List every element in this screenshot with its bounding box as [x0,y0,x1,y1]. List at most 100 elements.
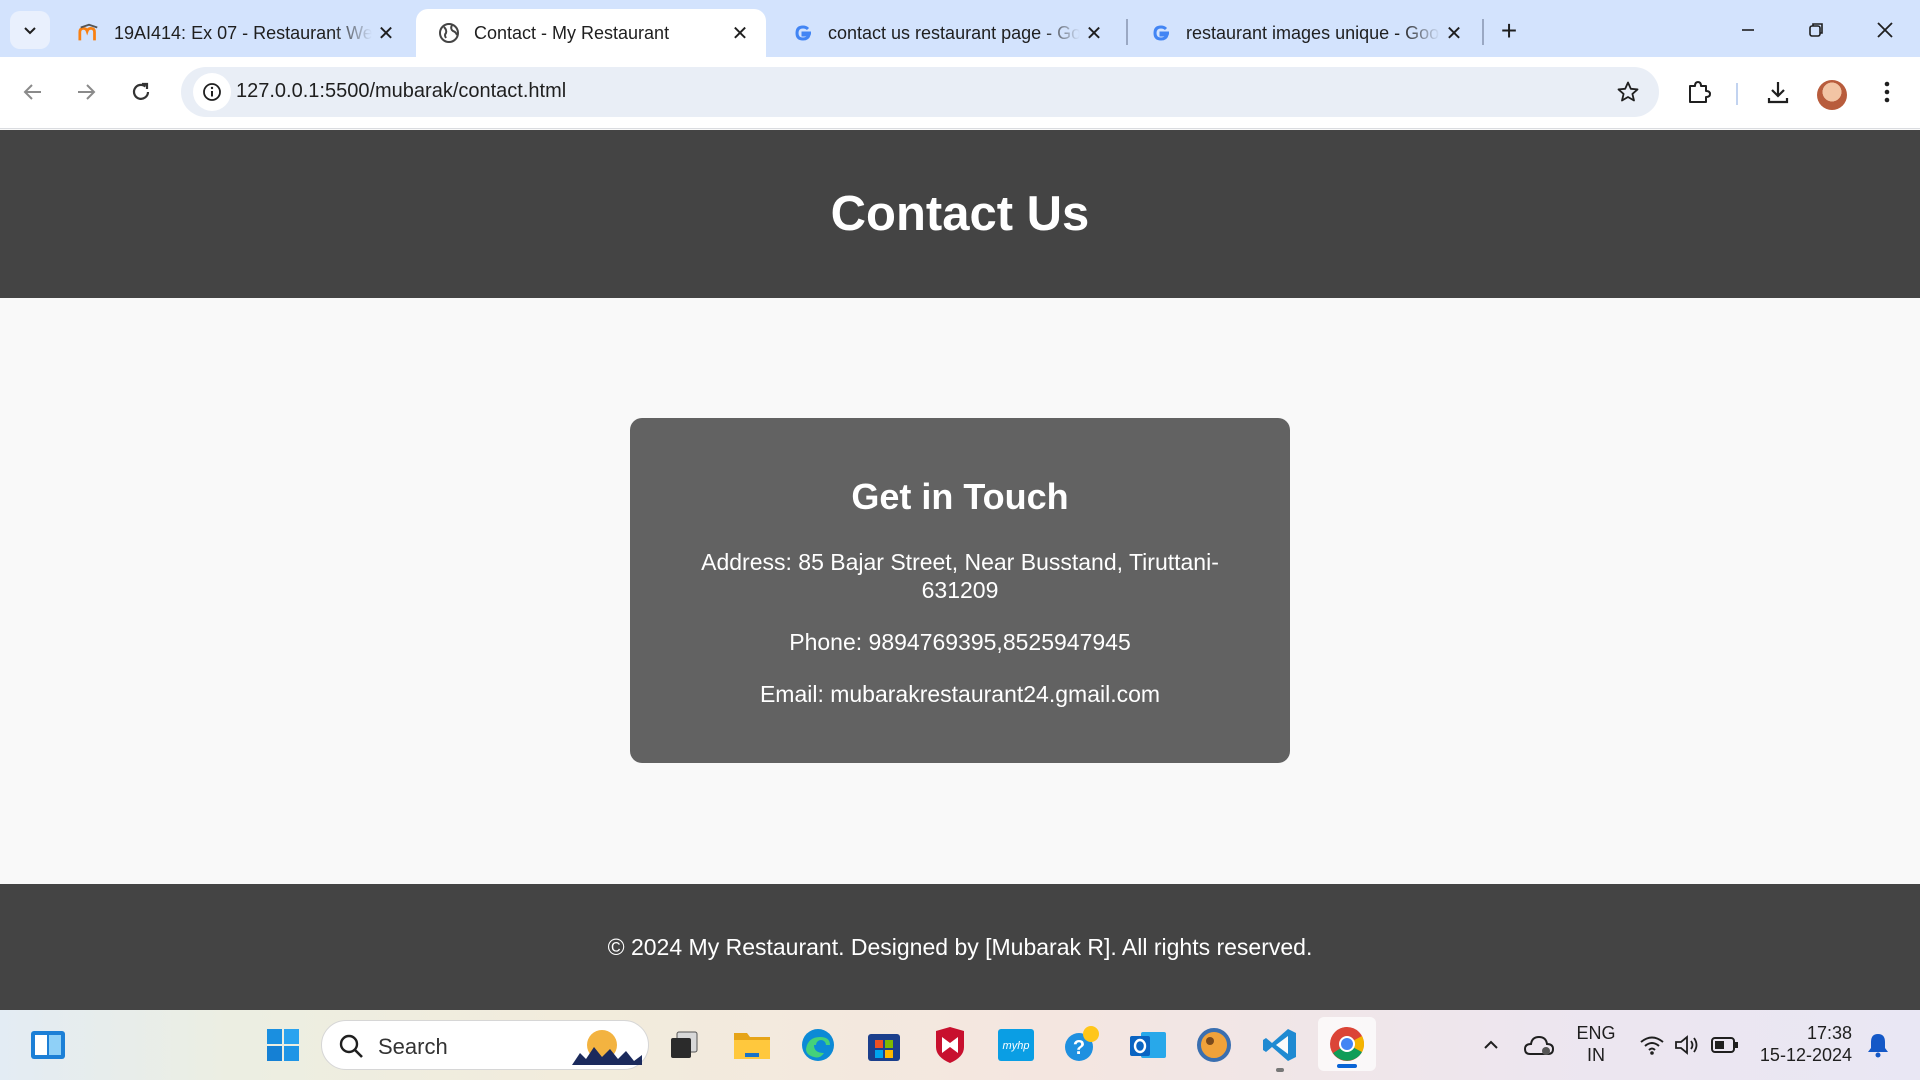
chevron-down-icon [24,27,36,35]
tab-exercise[interactable]: 19AI414: Ex 07 - Restaurant Website ✕ [56,9,412,57]
search-highlight-icon [572,1030,642,1065]
tab-google-search-contact[interactable]: contact us restaurant page - Google Sear… [770,9,1120,57]
site-footer: © 2024 My Restaurant. Designed by [Mubar… [0,884,1920,1010]
file-explorer-icon [734,1033,770,1059]
taskbar-search[interactable]: Search [321,1020,649,1070]
file-explorer-button[interactable] [731,1024,773,1066]
widgets-button[interactable] [27,1024,69,1066]
bookmark-button[interactable] [1613,77,1643,107]
widgets-icon [31,1031,65,1059]
google-icon [792,22,814,44]
start-icon [267,1029,299,1061]
contact-phone: Phone: 9894769395,8525947945 [789,629,1131,655]
chrome-icon [1330,1027,1364,1061]
reload-button[interactable] [121,72,161,112]
close-icon [1877,22,1893,38]
globe-icon [438,22,460,44]
close-tab-icon[interactable]: ✕ [1080,19,1108,47]
more-vertical-icon [1884,81,1890,103]
tab-title: restaurant images unique - Google Search [1186,22,1440,43]
ms-store-icon [868,1034,900,1061]
close-window-button[interactable] [1860,8,1910,52]
help-button[interactable]: ? [1061,1024,1103,1066]
notifications-button[interactable] [1860,1024,1896,1066]
active-app-indicator [1337,1064,1357,1068]
tab-title: contact us restaurant page - Google Sear… [828,22,1080,43]
close-tab-icon[interactable]: ✕ [372,19,400,47]
new-tab-button[interactable]: + [1494,13,1524,49]
myhp-button[interactable]: myhp [995,1024,1037,1066]
search-label: Search [378,1034,448,1059]
tab-google-search-images[interactable]: restaurant images unique - Google Search… [1128,9,1480,57]
running-indicator [1276,1068,1284,1072]
tab-search-button[interactable] [10,11,50,49]
mcafee-button[interactable] [929,1024,971,1066]
myhp-icon: myhp [998,1029,1034,1061]
contact-email: Email: mubarakrestaurant24.gmail.com [759,681,1161,707]
battery-button[interactable] [1704,1024,1746,1066]
battery-icon [1711,1037,1738,1053]
region-text: IN [1587,1045,1605,1065]
downloads-button[interactable] [1759,73,1797,111]
outlook-button[interactable] [1127,1024,1169,1066]
contact-address: Address: 85 Bajar Street, Near Busstand,… [701,549,1219,603]
arrow-right-icon [78,84,96,100]
vscode-button[interactable] [1259,1024,1301,1072]
photo-app-button[interactable] [1193,1024,1235,1066]
show-hidden-icons-button[interactable] [1470,1024,1512,1066]
minimize-button[interactable] [1723,8,1773,52]
bell-icon [1868,1034,1888,1058]
wifi-icon [1640,1036,1664,1055]
tab-contact[interactable]: Contact - My Restaurant ✕ [416,9,766,57]
card-heading: Get in Touch [851,476,1069,517]
info-icon [203,83,221,101]
download-icon [1767,82,1789,104]
star-icon [1617,81,1639,102]
clock-date: 15-12-2024 [1759,1045,1852,1065]
chevron-up-icon [1484,1040,1498,1049]
tab-title: 19AI414: Ex 07 - Restaurant Website [114,22,372,43]
edge-button[interactable] [797,1024,839,1066]
task-view-button[interactable] [663,1024,705,1066]
ms-store-button[interactable] [863,1024,905,1066]
clock[interactable]: 17:38 15-12-2024 [1752,1022,1852,1066]
close-tab-icon[interactable]: ✕ [726,19,754,47]
tab-title: Contact - My Restaurant [474,22,670,43]
profile-avatar[interactable] [1817,80,1847,110]
help-icon: ? [1065,1026,1099,1061]
cloud-icon [1524,1035,1554,1055]
forward-button[interactable] [66,72,106,112]
minimize-icon [1742,29,1754,31]
language-indicator[interactable]: ENG IN [1576,1022,1616,1066]
photo-app-icon [1197,1028,1231,1062]
svg-text:?: ? [1073,1037,1085,1059]
onedrive-button[interactable] [1518,1024,1560,1066]
windows-taskbar: Search myhp ? ENG IN 17:38 15-12-2024 [0,1010,1920,1080]
restore-button[interactable] [1791,8,1841,52]
toolbar-divider [1736,83,1738,105]
url-text[interactable]: 127.0.0.1:5500/mubarak/contact.html [236,80,566,103]
vscode-icon [1263,1029,1296,1061]
reload-icon [132,82,150,100]
address-bar[interactable]: 127.0.0.1:5500/mubarak/contact.html [181,67,1659,117]
start-button[interactable] [262,1024,304,1066]
outlook-icon [1130,1032,1166,1058]
mcafee-icon [936,1027,964,1063]
volume-button[interactable] [1666,1024,1708,1066]
back-button[interactable] [13,72,53,112]
speaker-icon [1675,1035,1698,1055]
chrome-button[interactable] [1318,1017,1376,1071]
menu-button[interactable] [1868,73,1906,111]
site-header: Contact Us [0,130,1920,298]
clock-time: 17:38 [1806,1023,1852,1043]
svg-text:myhp: myhp [1003,1040,1030,1052]
extensions-button[interactable] [1680,73,1718,111]
footer-text: © 2024 My Restaurant. Designed by [Mubar… [607,933,1313,960]
page-title: Contact Us [830,187,1090,241]
restore-icon [1809,23,1823,37]
edge-icon [802,1029,834,1061]
close-tab-icon[interactable]: ✕ [1440,19,1468,47]
language-text: ENG [1576,1023,1616,1043]
moodle-icon [78,22,100,44]
site-info-button[interactable] [193,73,231,111]
